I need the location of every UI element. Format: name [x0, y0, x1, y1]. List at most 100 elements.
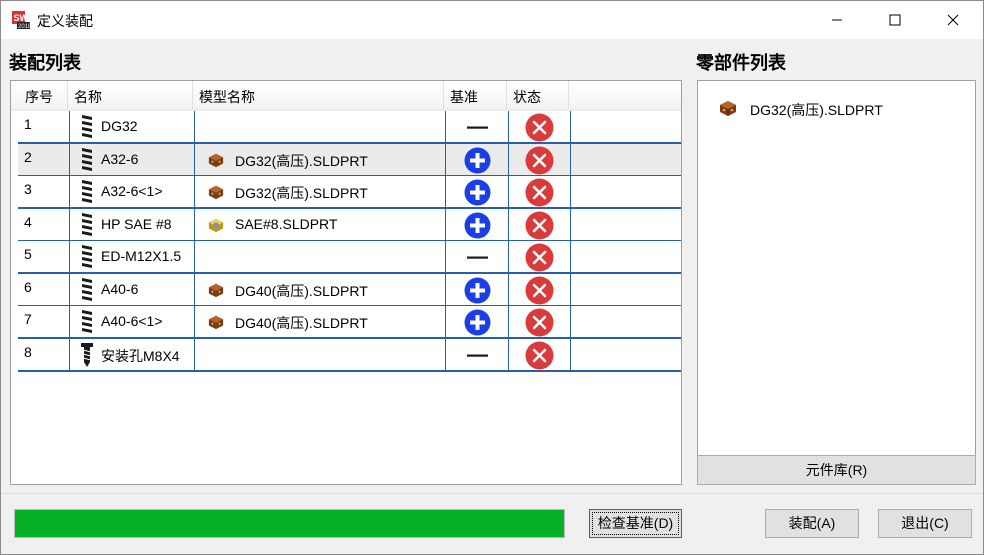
cell-model[interactable]	[195, 338, 446, 370]
cell-model[interactable]: DG32(高压).SLDPRT	[195, 176, 446, 207]
assembly-grid[interactable]: 序号 名称 模型名称 基准 状态 1 DG32 2 A32-6 DG32(高压).SLD…	[10, 80, 682, 485]
cell-no: 4	[18, 208, 70, 240]
cell-name[interactable]: A40-6	[70, 273, 195, 305]
title-bar: SW 2018 定义装配	[1, 1, 983, 39]
cell-no: 8	[18, 338, 70, 370]
thread-icon	[82, 115, 92, 138]
part-brown-icon	[208, 283, 224, 297]
cell-base[interactable]	[446, 111, 509, 142]
parts-list-title: 零部件列表	[696, 53, 786, 73]
cell-base[interactable]	[446, 143, 509, 175]
svg-text:2018: 2018	[18, 24, 31, 30]
table-row[interactable]: 8 安装孔M8X4	[18, 338, 681, 372]
model-text: DG40(高压).SLDPRT	[235, 315, 368, 331]
cell-state[interactable]	[509, 143, 571, 175]
thread-icon	[82, 245, 92, 268]
table-row[interactable]: 3 A32-6<1> DG32(高压).SLDPRT	[18, 176, 681, 209]
error-x-icon	[525, 113, 554, 142]
cell-no: 5	[18, 241, 70, 272]
cell-base[interactable]	[446, 241, 509, 272]
cell-name[interactable]: A32-6<1>	[70, 176, 195, 207]
screw-icon	[81, 342, 93, 367]
name-text: HP SAE #8	[101, 215, 172, 232]
window-title: 定义装配	[37, 13, 93, 29]
cell-state[interactable]	[509, 208, 571, 240]
column-header-name[interactable]: 名称	[68, 81, 193, 111]
error-x-icon	[525, 276, 554, 304]
cell-model[interactable]: SAE#8.SLDPRT	[195, 208, 446, 240]
cell-name[interactable]: A40-6<1>	[70, 306, 195, 337]
name-text: ED-M12X1.5	[101, 248, 182, 264]
part-brown-icon	[720, 101, 736, 116]
solidworks-icon: SW 2018	[11, 10, 31, 30]
table-row[interactable]: 4 HP SAE #8 SAE#8.SLDPRT	[18, 208, 681, 242]
table-row[interactable]: 7 A40-6<1> DG40(高压).SLDPRT	[18, 306, 681, 339]
thread-icon	[82, 212, 92, 236]
cell-model[interactable]	[195, 241, 446, 272]
cell-base[interactable]	[446, 273, 509, 305]
plus-circle-icon	[464, 309, 491, 336]
name-text: A32-6<1>	[101, 183, 163, 199]
table-row[interactable]: 5 ED-M12X1.5	[18, 241, 681, 274]
assemble-button[interactable]: 装配(A)	[765, 509, 859, 538]
part-brown-icon	[208, 153, 224, 167]
progress-fill	[15, 510, 564, 537]
cell-name[interactable]: ED-M12X1.5	[70, 241, 195, 272]
model-text: DG40(高压).SLDPRT	[235, 282, 368, 299]
cell-base[interactable]	[446, 176, 509, 207]
error-x-icon	[525, 146, 554, 174]
cell-name[interactable]: A32-6	[70, 143, 195, 175]
cell-state[interactable]	[509, 241, 571, 272]
progress-bar	[14, 509, 565, 538]
cell-model[interactable]: DG40(高压).SLDPRT	[195, 273, 446, 305]
cell-base[interactable]	[446, 338, 509, 370]
thread-icon	[82, 310, 92, 333]
parts-list[interactable]: DG32(高压).SLDPRT	[697, 80, 976, 456]
column-header-base[interactable]: 基准	[444, 81, 507, 111]
cell-no: 3	[18, 176, 70, 207]
minus-icon	[467, 256, 488, 259]
maximize-button[interactable]	[872, 1, 918, 39]
cell-state[interactable]	[509, 306, 571, 337]
table-row[interactable]: 6 A40-6 DG40(高压).SLDPRT	[18, 273, 681, 307]
error-x-icon	[525, 341, 554, 369]
grid-header: 序号 名称 模型名称 基准 状态	[11, 81, 681, 111]
exit-button[interactable]: 退出(C)	[878, 509, 972, 538]
cell-state[interactable]	[509, 111, 571, 142]
part-brown-icon	[208, 185, 224, 200]
cell-state[interactable]	[509, 338, 571, 370]
cell-model[interactable]: DG32(高压).SLDPRT	[195, 143, 446, 175]
bottom-divider	[1, 493, 983, 494]
table-row[interactable]: 1 DG32	[18, 111, 681, 144]
minimize-button[interactable]	[814, 1, 860, 39]
close-button[interactable]	[930, 1, 976, 39]
define-assembly-window: SW 2018 定义装配 装配列表 零部件列表 序号 名称 模型名称 基准 状态…	[0, 0, 984, 555]
cell-name[interactable]: DG32	[70, 111, 195, 142]
check-datum-button[interactable]: 检查基准(D)	[589, 509, 682, 538]
component-library-button[interactable]: 元件库(R)	[697, 455, 976, 485]
model-text: DG32(高压).SLDPRT	[235, 185, 368, 201]
cell-no: 1	[18, 111, 70, 142]
cell-model[interactable]: DG40(高压).SLDPRT	[195, 306, 446, 337]
cell-state[interactable]	[509, 176, 571, 207]
maximize-icon	[889, 14, 901, 26]
column-header-no[interactable]: 序号	[11, 81, 68, 111]
model-text: DG32(高压).SLDPRT	[235, 152, 368, 169]
cell-name[interactable]: 安装孔M8X4	[70, 338, 195, 370]
cell-no: 2	[18, 143, 70, 175]
name-text: A40-6<1>	[101, 313, 163, 329]
model-text: SAE#8.SLDPRT	[235, 215, 338, 232]
column-header-state[interactable]: 状态	[507, 81, 569, 111]
table-row[interactable]: 2 A32-6 DG32(高压).SLDPRT	[18, 143, 681, 177]
close-icon	[947, 14, 959, 26]
error-x-icon	[525, 243, 554, 272]
cell-name[interactable]: HP SAE #8	[70, 208, 195, 240]
cell-model[interactable]	[195, 111, 446, 142]
plus-circle-icon	[464, 277, 491, 303]
column-header-model[interactable]: 模型名称	[193, 81, 444, 111]
thread-icon	[82, 277, 92, 301]
plus-circle-icon	[464, 147, 491, 173]
cell-state[interactable]	[509, 273, 571, 305]
cell-base[interactable]	[446, 208, 509, 240]
cell-base[interactable]	[446, 306, 509, 337]
